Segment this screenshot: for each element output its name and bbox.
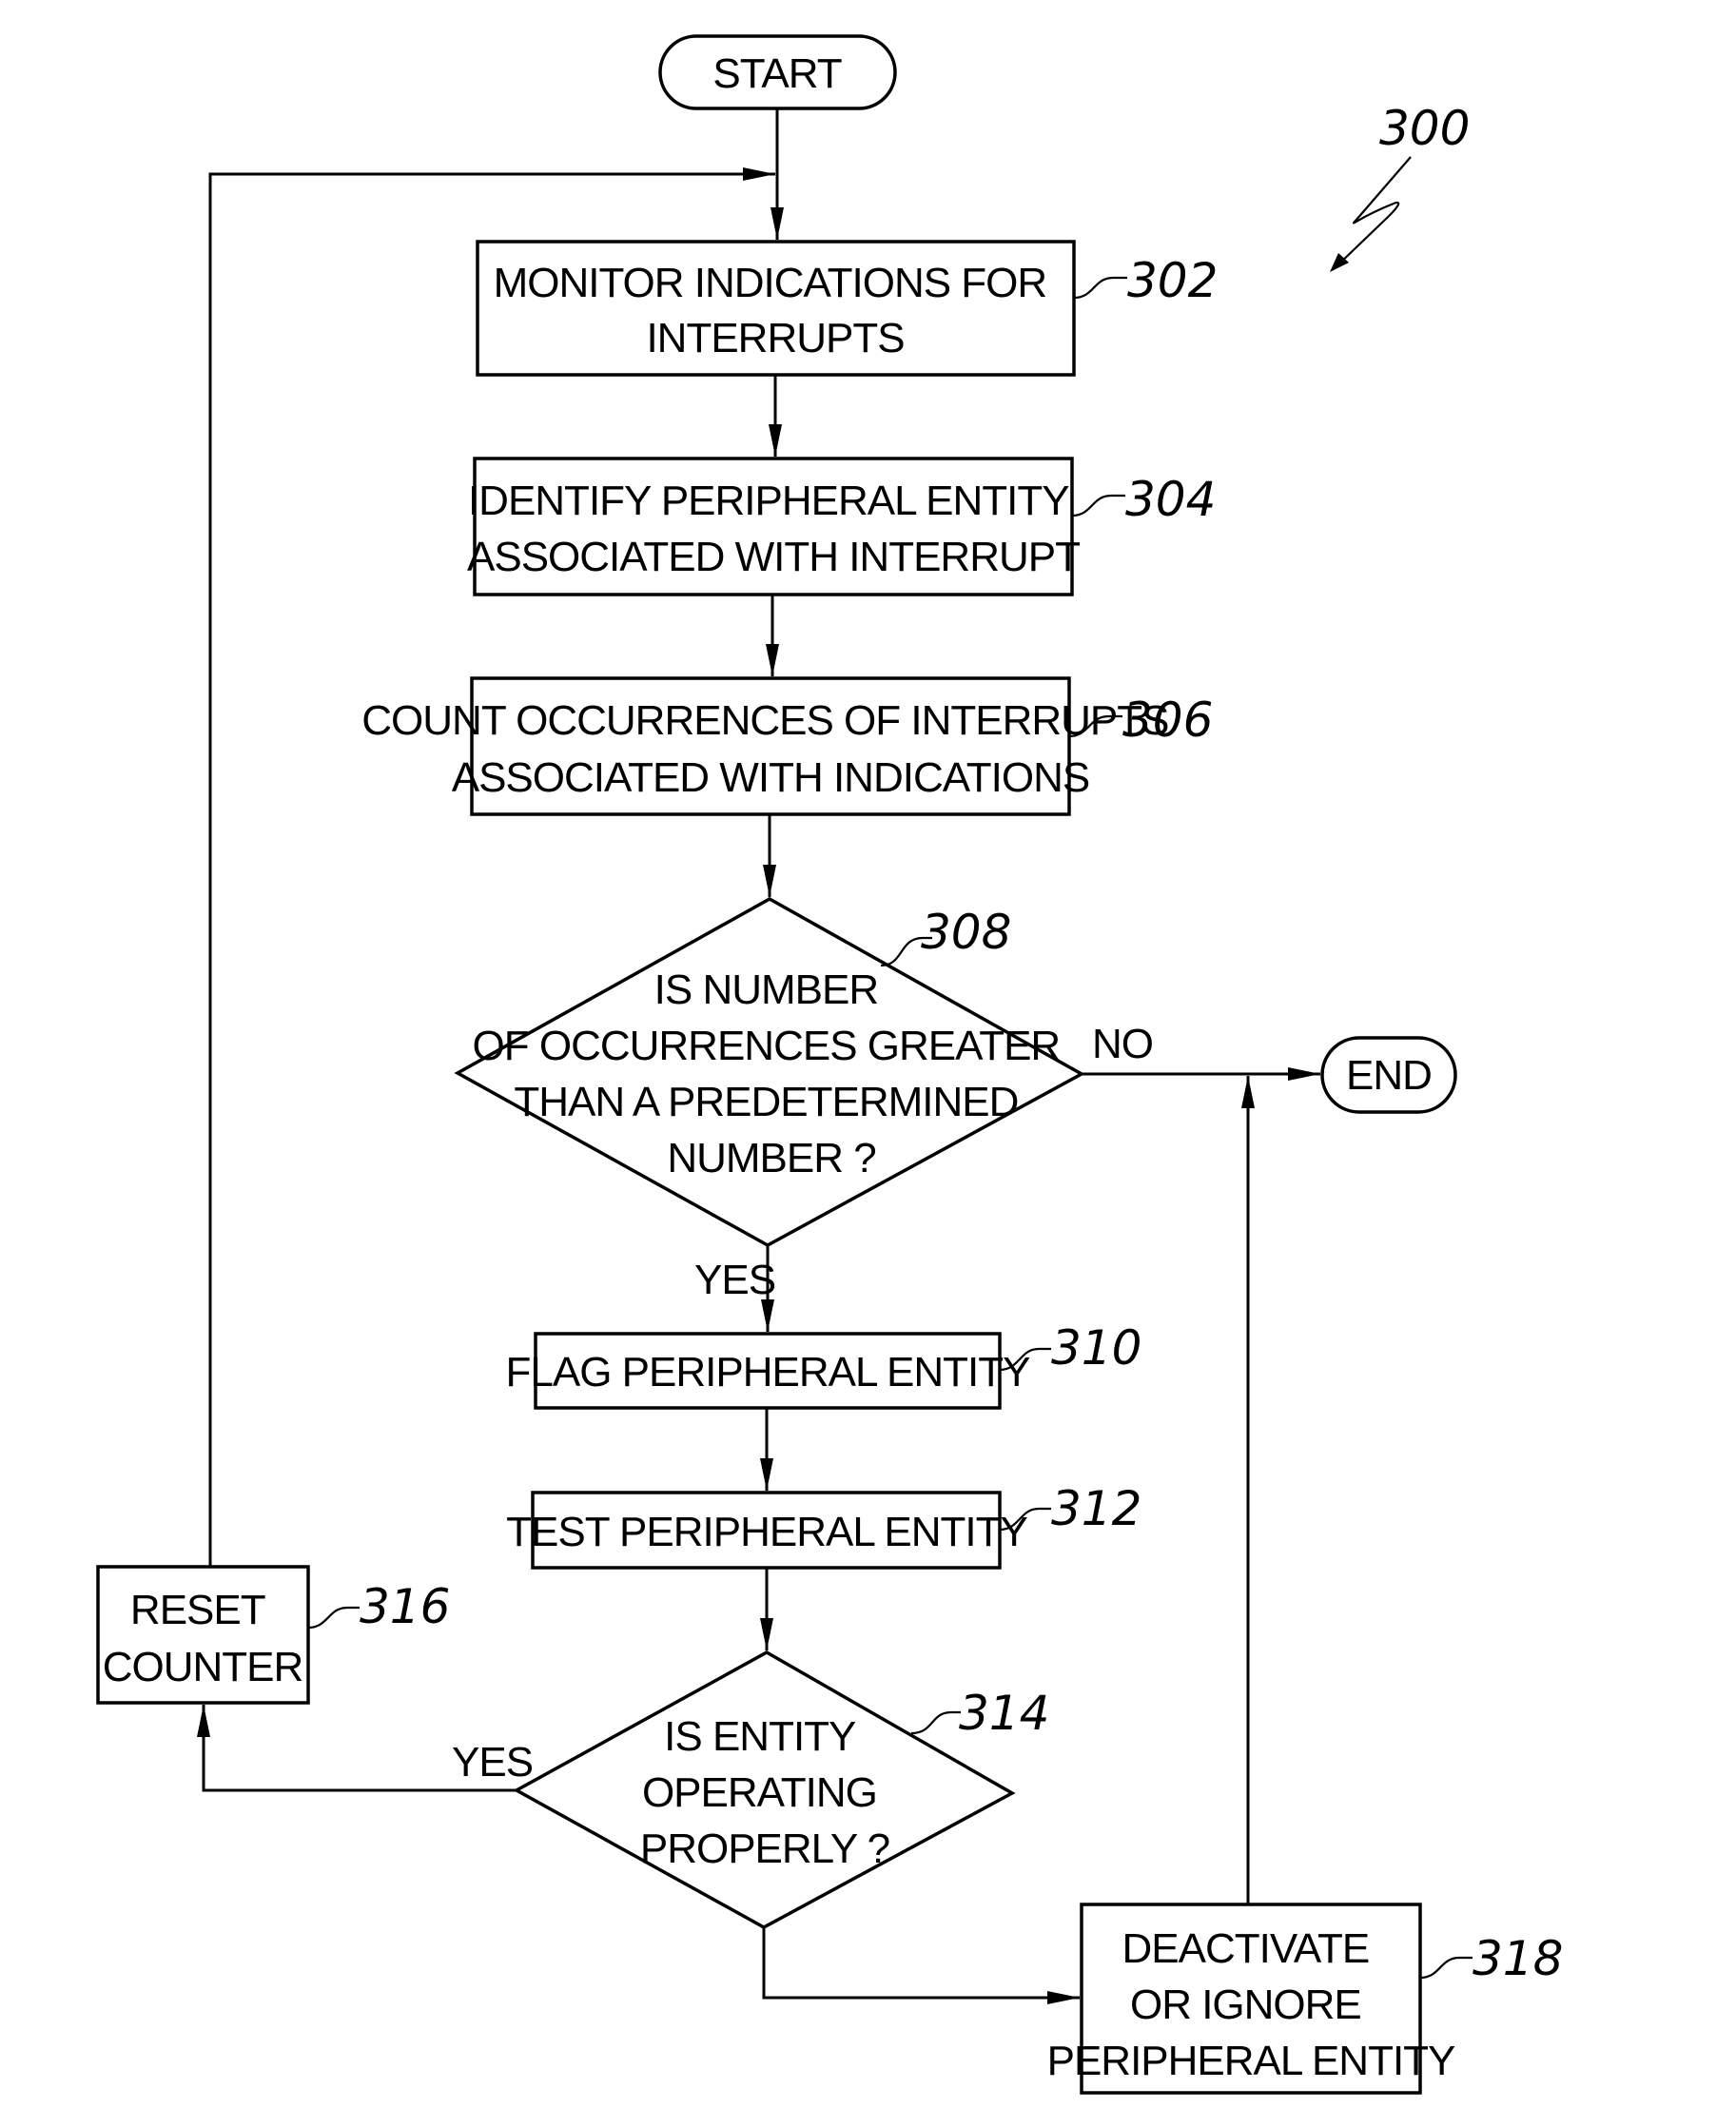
- ref-308: 308: [880, 905, 1011, 967]
- box-302-line-2: INTERRUPTS: [646, 315, 904, 361]
- box-316-line-1: RESET: [130, 1587, 265, 1633]
- flowchart-canvas: START END MONITOR INDICATIONS FOR INTERR…: [96, 34, 1563, 2095]
- process-box-306: COUNT OCCURRENCES OF INTERRUPTS ASSOCIAT…: [361, 676, 1170, 816]
- svg-text:314: 314: [959, 1686, 1049, 1741]
- diamond-314-line-1: IS ENTITY: [664, 1713, 856, 1760]
- ref-314: 314: [910, 1686, 1049, 1741]
- lightning-arrow-icon: [1336, 156, 1412, 267]
- edge-label-314-yes: YES: [452, 1739, 533, 1786]
- edge-314-318: [762, 1927, 1080, 2004]
- svg-text:IS ENTITY OPERATING: IS ENTITY OPERATING PROPERLY ?: [640, 1713, 889, 1872]
- diamond-314-line-2: OPERATING: [642, 1769, 877, 1816]
- box-304-line-1: IDENTIFY PERIPHERAL ENTITY: [468, 478, 1069, 524]
- diamond-308-line-2: OF OCCURRENCES GREATER: [473, 1023, 1061, 1069]
- svg-text:300: 300: [1379, 101, 1470, 156]
- box-306-line-1: COUNT OCCURRENCES OF INTERRUPTS: [361, 697, 1168, 744]
- process-box-302: MONITOR INDICATIONS FOR INTERRUPTS: [476, 240, 1076, 377]
- ref-316: 316: [307, 1579, 450, 1634]
- box-318-line-1: DEACTIVATE: [1122, 1925, 1370, 1972]
- ref-318: 318: [1419, 1931, 1563, 1986]
- process-box-304: IDENTIFY PERIPHERAL ENTITY ASSOCIATED WI…: [467, 457, 1081, 596]
- ref-302: 302: [1073, 253, 1218, 308]
- end-terminal: END: [1320, 1036, 1457, 1114]
- svg-text:318: 318: [1473, 1931, 1563, 1986]
- end-label: END: [1346, 1052, 1432, 1099]
- box-306-line-2: ASSOCIATED WITH INDICATIONS: [452, 754, 1090, 801]
- edge-label-308-no: NO: [1092, 1021, 1153, 1067]
- start-terminal: START: [658, 34, 897, 110]
- svg-text:306: 306: [1122, 693, 1213, 748]
- ref-304: 304: [1071, 472, 1216, 527]
- svg-text:310: 310: [1051, 1320, 1141, 1376]
- start-label: START: [712, 50, 841, 97]
- process-box-310: FLAG PERIPHERAL ENTITY: [506, 1332, 1031, 1410]
- box-302-line-1: MONITOR INDICATIONS FOR: [494, 260, 1047, 306]
- diamond-308-line-1: IS NUMBER: [654, 966, 878, 1013]
- svg-text:312: 312: [1051, 1481, 1141, 1536]
- figure-reference-300: 300: [1330, 101, 1470, 272]
- box-310-label: FLAG PERIPHERAL ENTITY: [506, 1349, 1031, 1396]
- diamond-308-line-4: NUMBER ?: [667, 1135, 875, 1181]
- process-box-318: DEACTIVATE OR IGNORE PERIPHERAL ENTITY: [1047, 1903, 1456, 2095]
- svg-text:316: 316: [360, 1579, 450, 1634]
- box-316-line-2: COUNTER: [103, 1644, 303, 1690]
- box-312-label: TEST PERIPHERAL ENTITY: [506, 1509, 1027, 1555]
- box-318-line-2: OR IGNORE: [1130, 1982, 1361, 2028]
- process-box-316: RESET COUNTER: [96, 1565, 310, 1705]
- svg-text:302: 302: [1127, 253, 1218, 308]
- diamond-308-line-3: THAN A PREDETERMINED: [514, 1079, 1018, 1125]
- process-box-312: TEST PERIPHERAL ENTITY: [506, 1491, 1028, 1570]
- svg-text:308: 308: [921, 905, 1011, 960]
- svg-text:304: 304: [1125, 472, 1216, 527]
- diamond-314-line-3: PROPERLY ?: [640, 1825, 889, 1872]
- box-304-line-2: ASSOCIATED WITH INTERRUPT: [467, 534, 1080, 580]
- box-318-line-3: PERIPHERAL ENTITY: [1047, 2038, 1455, 2084]
- decision-diamond-314: IS ENTITY OPERATING PROPERLY ?: [513, 1650, 1016, 1929]
- edge-label-308-yes: YES: [694, 1257, 775, 1303]
